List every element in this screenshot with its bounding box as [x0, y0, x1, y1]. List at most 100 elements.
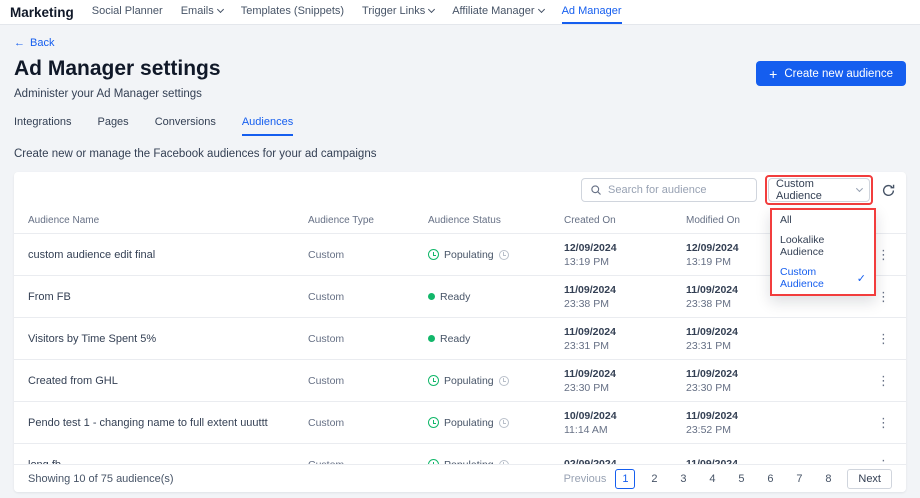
results-summary: Showing 10 of 75 audience(s) [28, 473, 174, 485]
table-row: Visitors by Time Spent 5% Custom Ready 1… [14, 318, 906, 360]
back-arrow-icon: ← [14, 37, 25, 49]
table-row: Pendo test 1 - changing name to full ext… [14, 402, 906, 444]
status-label: Populating [444, 375, 494, 387]
tab-pages[interactable]: Pages [97, 116, 128, 136]
col-audience-type: Audience Type [308, 215, 428, 226]
status-icon [428, 249, 439, 260]
tab-audiences[interactable]: Audiences [242, 116, 293, 136]
audience-type-select[interactable]: Custom Audience [768, 178, 870, 202]
chevron-down-icon [538, 6, 545, 13]
created-on: 11/09/202423:31 PM [564, 326, 686, 352]
modified-on: 11/09/202423:31 PM [686, 326, 846, 352]
back-label: Back [30, 37, 54, 49]
col-audience-name: Audience Name [28, 215, 308, 226]
page-button-1[interactable]: 1 [615, 469, 635, 489]
settings-tabs: Integrations Pages Conversions Audiences [14, 116, 906, 136]
nav-item-emails[interactable]: Emails [181, 0, 223, 24]
status-info-icon[interactable] [499, 418, 509, 428]
nav-item-trigger-links[interactable]: Trigger Links [362, 0, 434, 24]
refresh-icon [881, 183, 896, 198]
create-audience-button[interactable]: + Create new audience [756, 61, 906, 86]
audience-name: Visitors by Time Spent 5% [28, 333, 308, 345]
created-on: 12/09/202413:19 PM [564, 242, 686, 268]
modified-on: 11/09/202423:52 PM [686, 410, 846, 436]
audience-name: custom audience edit final [28, 249, 308, 261]
page-button-5[interactable]: 5 [731, 469, 751, 489]
brand-title: Marketing [10, 0, 74, 24]
page-button-6[interactable]: 6 [760, 469, 780, 489]
created-on: 10/09/202411:14 AM [564, 410, 686, 436]
page-title: Ad Manager settings [14, 57, 221, 81]
created-on: 11/09/202423:38 PM [564, 284, 686, 310]
create-audience-label: Create new audience [784, 68, 893, 80]
audience-type: Custom [308, 291, 428, 303]
audience-name: Pendo test 1 - changing name to full ext… [28, 417, 308, 429]
check-icon: ✓ [857, 272, 866, 285]
row-actions-button[interactable]: ⋮ [873, 373, 894, 388]
audience-name: Created from GHL [28, 375, 308, 387]
audience-status: Populating [428, 249, 564, 261]
nav-item-ad-manager[interactable]: Ad Manager [562, 0, 622, 24]
next-page-button[interactable]: Next [847, 469, 892, 489]
dropdown-option-all[interactable]: All [772, 210, 874, 230]
status-label: Ready [440, 291, 470, 303]
page-button-7[interactable]: 7 [789, 469, 809, 489]
nav-label: Affiliate Manager [452, 5, 534, 17]
status-icon [428, 335, 435, 342]
row-actions-button[interactable]: ⋮ [873, 415, 894, 430]
dropdown-option-label: Custom Audience [780, 266, 857, 290]
audience-type: Custom [308, 375, 428, 387]
previous-page-button[interactable]: Previous [564, 473, 607, 485]
table-row: Created from GHL Custom Populating 11/09… [14, 360, 906, 402]
back-link[interactable]: ← Back [14, 37, 54, 49]
chevron-down-icon [428, 6, 435, 13]
modified-on: 11/09/202423:30 PM [686, 368, 846, 394]
nav-label: Ad Manager [562, 5, 622, 17]
status-label: Ready [440, 333, 470, 345]
created-on: 11/09/202423:30 PM [564, 368, 686, 394]
audience-type: Custom [308, 333, 428, 345]
dropdown-option-lookalike[interactable]: Lookalike Audience [772, 230, 874, 262]
top-navigation: Marketing Social Planner Emails Template… [0, 0, 920, 25]
audience-status: Populating [428, 375, 564, 387]
status-icon [428, 375, 439, 386]
audience-status: Populating [428, 417, 564, 429]
page-button-4[interactable]: 4 [702, 469, 722, 489]
search-icon [590, 184, 602, 196]
audience-name: From FB [28, 291, 308, 303]
col-created-on: Created On [564, 215, 686, 226]
nav-item-templates[interactable]: Templates (Snippets) [241, 0, 344, 24]
pagination: Previous 1 2 3 4 5 6 7 8 Next [564, 469, 892, 489]
status-info-icon[interactable] [499, 250, 509, 260]
tab-conversions[interactable]: Conversions [155, 116, 216, 136]
nav-label: Social Planner [92, 5, 163, 17]
audience-status: Ready [428, 291, 564, 303]
page-button-2[interactable]: 2 [644, 469, 664, 489]
table-footer: Showing 10 of 75 audience(s) Previous 1 … [14, 464, 906, 492]
nav-item-social-planner[interactable]: Social Planner [92, 0, 163, 24]
audience-type: Custom [308, 249, 428, 261]
search-box[interactable] [581, 178, 757, 202]
chevron-down-icon [217, 6, 224, 13]
page-button-3[interactable]: 3 [673, 469, 693, 489]
col-audience-status: Audience Status [428, 215, 564, 226]
audience-type: Custom [308, 417, 428, 429]
row-actions-button[interactable]: ⋮ [873, 247, 894, 262]
annotation-highlight-select: Custom Audience [765, 175, 873, 205]
status-icon [428, 293, 435, 300]
selected-filter-value: Custom Audience [776, 178, 857, 202]
page-button-8[interactable]: 8 [818, 469, 838, 489]
plus-icon: + [769, 67, 777, 81]
status-info-icon[interactable] [499, 376, 509, 386]
dropdown-option-custom[interactable]: Custom Audience ✓ [772, 262, 874, 294]
nav-label: Templates (Snippets) [241, 5, 344, 17]
tab-integrations[interactable]: Integrations [14, 116, 71, 136]
refresh-button[interactable] [881, 183, 896, 198]
row-actions-button[interactable]: ⋮ [873, 289, 894, 304]
audiences-card: Custom Audience All Lookalike Audience C… [14, 172, 906, 492]
row-actions-button[interactable]: ⋮ [873, 331, 894, 346]
nav-item-affiliate-manager[interactable]: Affiliate Manager [452, 0, 543, 24]
search-input[interactable] [608, 184, 748, 196]
card-toolbar: Custom Audience [14, 172, 906, 208]
status-label: Populating [444, 417, 494, 429]
